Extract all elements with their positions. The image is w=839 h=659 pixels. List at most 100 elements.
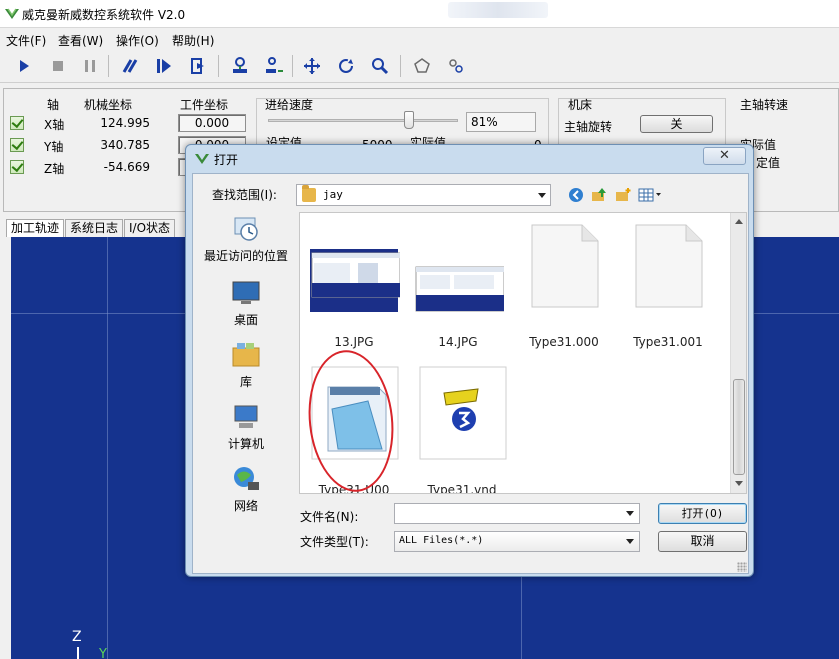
z-axis-line — [77, 647, 79, 659]
toolbar-separator — [400, 55, 401, 77]
skip-button[interactable] — [152, 54, 176, 78]
view-grid-icon — [638, 188, 661, 202]
chevron-down-icon — [538, 193, 546, 198]
file-type-label: 文件类型(T): — [300, 535, 369, 549]
look-in-select[interactable]: jay — [296, 184, 551, 206]
work-coord-header: 工件坐标 — [180, 98, 229, 112]
tab-system-log[interactable]: 系统日志 — [65, 219, 124, 237]
zoom-button[interactable] — [368, 54, 392, 78]
app-logo-icon — [5, 8, 19, 19]
feed-slider-thumb[interactable] — [403, 111, 414, 129]
play-button[interactable] — [12, 54, 36, 78]
spindle-off-button[interactable]: 关 — [640, 115, 713, 133]
up-folder-button[interactable] — [590, 186, 608, 204]
move-button[interactable] — [300, 54, 324, 78]
grid-line — [107, 237, 108, 659]
network-icon — [234, 467, 259, 490]
place-network-label: 网络 — [233, 499, 258, 513]
place-computer[interactable]: 计算机 — [197, 402, 295, 458]
axis-x-work-coord[interactable]: 0.000 — [178, 114, 246, 132]
new-folder-icon — [616, 188, 631, 201]
polygon-icon — [414, 58, 430, 73]
file-item[interactable]: Type31.001 — [618, 217, 718, 349]
chevron-down-icon[interactable] — [626, 511, 634, 516]
file-name: 14.JPG — [438, 335, 478, 349]
place-desktop[interactable]: 桌面 — [197, 278, 295, 334]
polygon-button[interactable] — [410, 54, 434, 78]
feed-slider-track[interactable] — [268, 119, 458, 122]
stop-icon — [53, 61, 63, 71]
back-button[interactable] — [567, 186, 585, 204]
machine-coord-header: 机械坐标 — [84, 98, 133, 112]
file-name: Type31.000 — [529, 335, 599, 349]
back-arrow-icon — [569, 188, 583, 202]
axis-y-checkbox[interactable] — [10, 138, 24, 152]
blank-file-icon — [531, 224, 599, 308]
y-axis-label: Y — [99, 647, 107, 659]
menu-bar: 文件(F) 查看(W) 操作(O) 帮助(H) — [0, 29, 839, 49]
place-computer-label: 计算机 — [227, 437, 264, 451]
cancel-button[interactable]: 取消 — [658, 531, 747, 552]
file-type-select[interactable]: ALL Files(*.*) — [394, 531, 640, 552]
place-desktop-label: 桌面 — [233, 313, 258, 327]
resize-grip[interactable] — [737, 562, 747, 572]
pause-button[interactable] — [78, 54, 102, 78]
up-folder-icon — [592, 188, 606, 201]
tab-io-status[interactable]: I/O状态 — [124, 219, 176, 237]
scrollbar-thumb[interactable] — [733, 379, 745, 475]
file-item[interactable]: Type31.000 — [514, 217, 614, 349]
place-library[interactable]: 库 — [197, 340, 295, 396]
axis-row-x: X轴 124.995 0.000 — [10, 114, 250, 134]
rotate-icon — [339, 59, 353, 73]
axis-x-checkbox[interactable] — [10, 116, 24, 130]
view-menu-button[interactable] — [637, 186, 663, 204]
axis-x-machine-coord: 124.995 — [100, 116, 150, 130]
settings-button[interactable] — [444, 54, 468, 78]
goto-line-button[interactable] — [186, 54, 210, 78]
chevron-down-icon — [626, 539, 634, 544]
blank-file-icon — [635, 224, 703, 308]
file-name-input[interactable] — [394, 503, 640, 524]
computer-icon — [234, 405, 258, 428]
menu-file[interactable]: 文件(F) — [6, 32, 46, 49]
library-icon — [232, 343, 260, 367]
dialog-close-button[interactable]: ✕ — [703, 147, 746, 165]
place-recent[interactable]: 最近访问的位置 — [197, 214, 295, 270]
tool-offset-button[interactable] — [262, 54, 286, 78]
pause-icon — [85, 60, 95, 72]
window-title: 威克曼新威数控系统软件 V2.0 — [22, 8, 186, 22]
open-button[interactable]: 打开(O) — [658, 503, 747, 524]
axis-header: 轴 — [47, 98, 60, 112]
dialog-body: 查找范围(I): jay 最近访问的位置 桌面 库 计算机 网络 13.JPG … — [192, 173, 749, 574]
file-item[interactable]: 13.JPG — [304, 217, 404, 349]
z-axis-label: Z — [72, 629, 82, 645]
look-in-label: 查找范围(I): — [212, 188, 277, 202]
file-name: 13.JPG — [334, 335, 374, 349]
type3-file-icon — [419, 366, 507, 460]
step-button[interactable] — [118, 54, 142, 78]
axis-z-checkbox[interactable] — [10, 160, 24, 174]
menu-help[interactable]: 帮助(H) — [172, 32, 214, 49]
tool-set-button[interactable] — [228, 54, 252, 78]
place-library-label: 库 — [239, 375, 252, 389]
place-network[interactable]: 网络 — [197, 464, 295, 520]
close-icon: ✕ — [719, 148, 730, 163]
scroll-down-icon[interactable] — [735, 481, 743, 486]
scroll-up-icon[interactable] — [735, 219, 743, 224]
file-list-scrollbar[interactable] — [730, 213, 746, 493]
axis-z-machine-coord: -54.669 — [103, 160, 150, 174]
look-in-value: jay — [323, 188, 343, 201]
menu-operate[interactable]: 操作(O) — [116, 32, 159, 49]
file-item[interactable]: 14.JPG — [408, 217, 508, 349]
file-name: Type31.001 — [633, 335, 703, 349]
rotate-button[interactable] — [334, 54, 358, 78]
image-thumbnail-icon — [310, 249, 400, 312]
file-name-label: 文件名(N): — [300, 510, 359, 524]
new-folder-button[interactable] — [614, 186, 632, 204]
menu-view[interactable]: 查看(W) — [58, 32, 103, 49]
recent-places-icon — [234, 217, 258, 241]
toolbar-separator — [292, 55, 293, 77]
stop-button[interactable] — [46, 54, 70, 78]
file-item[interactable]: Type31.vnd — [412, 365, 512, 493]
tab-toolpath[interactable]: 加工轨迹 — [6, 219, 65, 237]
